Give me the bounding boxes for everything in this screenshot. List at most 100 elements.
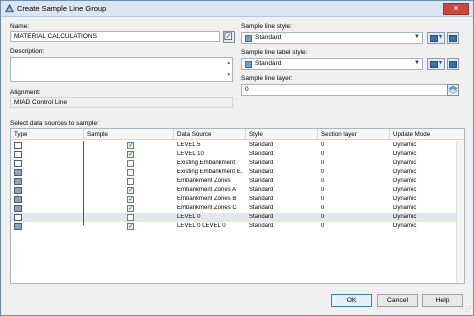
data-source-cell[interactable]: Embankment Zones A bbox=[177, 187, 243, 193]
sample-checkbox[interactable] bbox=[127, 150, 134, 158]
style-cell[interactable]: Standard bbox=[249, 169, 315, 175]
column-header-section-layer[interactable]: Section layer bbox=[321, 131, 357, 138]
update-mode-cell[interactable]: Dynamic bbox=[393, 214, 453, 220]
data-source-cell[interactable]: LEVEL 5 bbox=[177, 142, 243, 148]
corridor-surface-icon bbox=[14, 178, 22, 185]
style-cell[interactable]: Standard bbox=[249, 151, 315, 157]
table-row[interactable]: Embankment Zones Standard 0 Dynamic bbox=[11, 177, 464, 186]
update-mode-cell[interactable]: Dynamic bbox=[393, 205, 453, 211]
table-row[interactable]: LEVEL 5 Standard 0 Dynamic bbox=[11, 141, 464, 150]
data-source-cell[interactable]: LEVEL 0 LEVEL 0 bbox=[177, 223, 243, 229]
section-layer-cell[interactable]: 0 bbox=[321, 214, 387, 220]
sample-line-style-label: Sample line style: bbox=[241, 23, 292, 30]
update-mode-cell[interactable]: Dynamic bbox=[393, 142, 453, 148]
alignment-value: MIAD Control Line bbox=[14, 99, 68, 106]
sample-line-label-style-dropdown[interactable]: Standard ▼ bbox=[241, 58, 423, 70]
column-header-type[interactable]: Type bbox=[14, 131, 27, 138]
update-mode-cell[interactable]: Dynamic bbox=[393, 223, 453, 229]
title-bar[interactable]: Create Sample Line Group ✕ bbox=[1, 1, 473, 17]
style-cell[interactable]: Standard bbox=[249, 178, 315, 184]
section-layer-cell[interactable]: 0 bbox=[321, 169, 387, 175]
table-row[interactable]: LEVEL 0 LEVEL 0 Standard 0 Dynamic bbox=[11, 222, 464, 231]
sample-checkbox[interactable] bbox=[127, 178, 134, 185]
label-style-pick-button[interactable] bbox=[447, 58, 459, 70]
table-row[interactable]: Embankment Zones A Standard 0 Dynamic bbox=[11, 186, 464, 195]
data-sources-grid[interactable]: Type Sample Data Source Style Section la… bbox=[10, 128, 465, 284]
data-source-cell[interactable]: Existing Embankment E... bbox=[177, 169, 243, 175]
table-row[interactable]: Existing Embankment E... Standard 0 Dynamic bbox=[11, 168, 464, 177]
section-layer-cell[interactable]: 0 bbox=[321, 178, 387, 184]
table-row[interactable]: Embankment Zones C Standard 0 Dynamic bbox=[11, 204, 464, 213]
edit-style-icon bbox=[430, 35, 438, 42]
section-layer-cell[interactable]: 0 bbox=[321, 151, 387, 157]
update-mode-cell[interactable]: Dynamic bbox=[393, 169, 453, 175]
data-source-cell[interactable]: LEVEL 10 bbox=[177, 151, 243, 157]
data-source-cell[interactable]: LEVEL 0 bbox=[177, 214, 243, 220]
help-button[interactable]: Help bbox=[422, 294, 463, 307]
column-header-style[interactable]: Style bbox=[249, 131, 263, 138]
sample-line-style-value: Standard bbox=[255, 34, 282, 41]
section-layer-cell[interactable]: 0 bbox=[321, 160, 387, 166]
close-icon: ✕ bbox=[452, 4, 460, 13]
name-label: Name: bbox=[10, 23, 30, 30]
column-separator bbox=[83, 129, 84, 140]
sample-checkbox[interactable] bbox=[127, 222, 134, 230]
table-row[interactable]: Embankment Zones B Standard 0 Dynamic bbox=[11, 195, 464, 204]
section-layer-cell[interactable]: 0 bbox=[321, 187, 387, 193]
close-button[interactable]: ✕ bbox=[443, 3, 469, 15]
style-cell[interactable]: Standard bbox=[249, 187, 315, 193]
description-scroll-arrows[interactable]: ▲ ▼ bbox=[227, 60, 231, 78]
layer-browse-button[interactable] bbox=[447, 84, 459, 96]
style-cell[interactable]: Standard bbox=[249, 214, 315, 220]
column-header-update-mode[interactable]: Update Mode bbox=[393, 131, 430, 138]
sample-line-style-dropdown[interactable]: Standard ▼ bbox=[241, 32, 423, 44]
column-header-sample[interactable]: Sample bbox=[87, 131, 108, 138]
resize-grip-icon[interactable]: ⋰ bbox=[465, 306, 471, 313]
update-mode-cell[interactable]: Dynamic bbox=[393, 178, 453, 184]
surface-icon bbox=[14, 214, 22, 221]
corridor-surface-icon bbox=[14, 187, 22, 194]
section-layer-cell[interactable]: 0 bbox=[321, 196, 387, 202]
data-source-cell[interactable]: Embankment Zones bbox=[177, 178, 243, 184]
table-row[interactable]: Existing Embankment Standard 0 Dynamic bbox=[11, 159, 464, 168]
label-style-edit-button[interactable]: ▼ bbox=[427, 58, 445, 70]
sample-checkbox[interactable] bbox=[127, 204, 134, 212]
sample-checkbox[interactable] bbox=[127, 214, 134, 221]
style-cell[interactable]: Standard bbox=[249, 223, 315, 229]
grid-vertical-scrollbar[interactable] bbox=[456, 141, 464, 283]
table-row[interactable]: LEVEL 0 Standard 0 Dynamic bbox=[11, 213, 464, 222]
sample-checkbox[interactable] bbox=[127, 169, 134, 176]
sample-checkbox[interactable] bbox=[127, 141, 134, 149]
name-template-button[interactable] bbox=[223, 31, 235, 43]
column-separator bbox=[245, 129, 246, 140]
name-field[interactable]: MATERIAL CALCULATIONS bbox=[10, 31, 220, 42]
sample-line-style-edit-button[interactable]: ▼ bbox=[427, 32, 445, 44]
update-mode-cell[interactable]: Dynamic bbox=[393, 196, 453, 202]
style-cell[interactable]: Standard bbox=[249, 196, 315, 202]
section-layer-cell[interactable]: 0 bbox=[321, 205, 387, 211]
column-header-data-source[interactable]: Data Source bbox=[177, 131, 211, 138]
sample-line-style-pick-button[interactable] bbox=[447, 32, 459, 44]
data-source-cell[interactable]: Embankment Zones B bbox=[177, 196, 243, 202]
section-layer-cell[interactable]: 0 bbox=[321, 142, 387, 148]
data-source-cell[interactable]: Existing Embankment bbox=[177, 160, 243, 166]
sample-checkbox[interactable] bbox=[127, 186, 134, 194]
sample-checkbox[interactable] bbox=[127, 195, 134, 203]
table-row[interactable]: LEVEL 10 Standard 0 Dynamic bbox=[11, 150, 464, 159]
style-cell[interactable]: Standard bbox=[249, 160, 315, 166]
data-source-cell[interactable]: Embankment Zones C bbox=[177, 205, 243, 211]
ok-button[interactable]: OK bbox=[331, 294, 372, 307]
surface-icon bbox=[14, 160, 22, 167]
update-mode-cell[interactable]: Dynamic bbox=[393, 151, 453, 157]
style-cell[interactable]: Standard bbox=[249, 205, 315, 211]
update-mode-cell[interactable]: Dynamic bbox=[393, 160, 453, 166]
description-field[interactable]: ▲ ▼ bbox=[10, 57, 233, 82]
update-mode-cell[interactable]: Dynamic bbox=[393, 187, 453, 193]
style-icon bbox=[245, 35, 252, 42]
section-layer-cell[interactable]: 0 bbox=[321, 223, 387, 229]
sample-checkbox[interactable] bbox=[127, 160, 134, 167]
style-cell[interactable]: Standard bbox=[249, 142, 315, 148]
surface-icon bbox=[14, 151, 22, 158]
sample-line-layer-field[interactable]: 0 bbox=[241, 84, 459, 96]
cancel-button[interactable]: Cancel bbox=[377, 294, 418, 307]
